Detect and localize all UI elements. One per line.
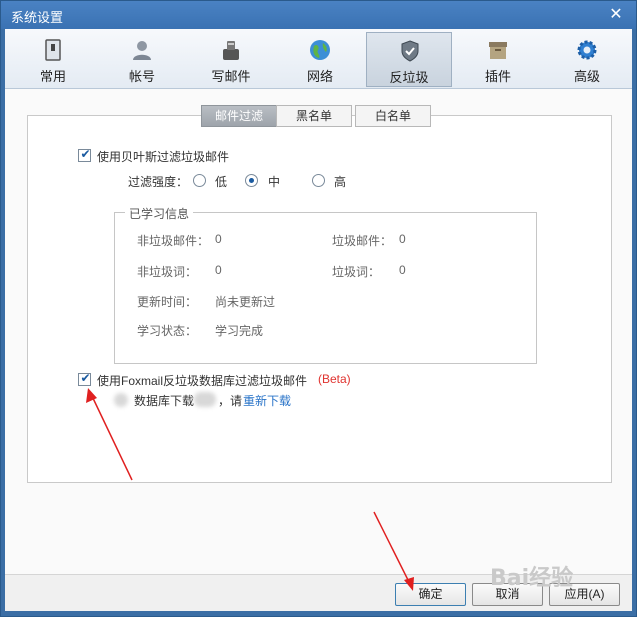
spam-word-label: 垃圾词： bbox=[332, 265, 381, 279]
compose-icon bbox=[223, 41, 239, 60]
toolbar-item-label: 高级 bbox=[573, 69, 600, 84]
learned-info-title: 已学习信息 bbox=[125, 205, 194, 222]
watermark: Bai经验 bbox=[482, 552, 602, 592]
checkmark-icon: ✔ bbox=[80, 371, 91, 385]
strength-high-label: 高 bbox=[334, 175, 347, 189]
shield-icon bbox=[401, 40, 419, 62]
plugin-box-icon bbox=[489, 42, 507, 59]
learning-status-value: 学习完成 bbox=[215, 324, 264, 338]
toolbar-item-label: 常用 bbox=[39, 69, 66, 84]
bayes-filter-label: 使用贝叶斯过滤垃圾邮件 bbox=[97, 150, 230, 164]
learning-status-label: 学习状态： bbox=[137, 324, 198, 338]
update-time-label: 更新时间： bbox=[137, 295, 198, 309]
foxmail-db-checkbox[interactable]: ✔ bbox=[78, 371, 91, 386]
filter-strength-label: 过滤强度： bbox=[128, 175, 189, 189]
settings-content: ✔ 使用贝叶斯过滤垃圾邮件 过滤强度： 低 中 高 已学习信息 非垃圾邮件： 0… bbox=[5, 89, 632, 611]
redownload-link[interactable]: 重新下载 bbox=[243, 392, 291, 409]
spam-word-value: 0 bbox=[399, 263, 406, 277]
title-bar: 系统设置 ✕ bbox=[1, 1, 636, 29]
category-toolbar: 常用 帐号 写邮件 网络 反垃圾 插件 高级 bbox=[5, 29, 632, 89]
spam-mail-label: 垃圾邮件： bbox=[332, 234, 393, 248]
nonspam-mail-label: 非垃圾邮件： bbox=[137, 234, 210, 248]
window-title: 系统设置 bbox=[11, 10, 64, 25]
bayes-filter-checkbox[interactable]: ✔ bbox=[78, 147, 91, 162]
toolbar-item-antispam[interactable]: 反垃圾 bbox=[366, 32, 452, 87]
db-download-comma: ，请 bbox=[218, 394, 243, 408]
db-download-text: 数据库下载 bbox=[134, 394, 195, 408]
close-icon[interactable]: ✕ bbox=[606, 5, 626, 25]
tab-mail-filter[interactable]: 邮件过滤 bbox=[201, 105, 277, 127]
strength-medium-label: 中 bbox=[268, 175, 281, 189]
strength-low-label: 低 bbox=[215, 175, 228, 189]
settings-window: 系统设置 ✕ 常用 帐号 写邮件 网络 反垃圾 插件 高级 ✔ 使用贝叶斯过滤垃… bbox=[0, 0, 637, 617]
gear-icon bbox=[577, 40, 597, 60]
toolbar-item-label: 写邮件 bbox=[211, 69, 251, 84]
tab-whitelist[interactable]: 白名单 bbox=[355, 105, 431, 127]
checkmark-icon: ✔ bbox=[80, 147, 91, 161]
strength-low-radio[interactable] bbox=[193, 174, 206, 187]
ok-button[interactable]: 确定 bbox=[395, 583, 466, 606]
foxmail-db-label: 使用Foxmail反垃圾数据库过滤垃圾邮件 bbox=[97, 374, 308, 388]
nonspam-mail-value: 0 bbox=[215, 232, 222, 246]
toolbar-item-label: 反垃圾 bbox=[389, 70, 429, 85]
learned-info-group: 已学习信息 非垃圾邮件： 0 垃圾邮件： 0 非垃圾词： 0 垃圾词： 0 更新… bbox=[114, 205, 537, 364]
nonspam-word-label: 非垃圾词： bbox=[137, 265, 198, 279]
tab-blacklist[interactable]: 黑名单 bbox=[276, 105, 352, 127]
strength-medium-radio[interactable] bbox=[245, 174, 258, 187]
toolbar-item-network[interactable]: 网络 bbox=[277, 32, 363, 87]
toolbar-item-account[interactable]: 帐号 bbox=[99, 32, 185, 87]
toolbar-item-label: 网络 bbox=[306, 69, 333, 84]
network-globe-icon bbox=[310, 40, 330, 60]
toolbar-item-label: 插件 bbox=[484, 69, 511, 84]
mail-filter-panel: ✔ 使用贝叶斯过滤垃圾邮件 过滤强度： 低 中 高 已学习信息 非垃圾邮件： 0… bbox=[27, 115, 612, 483]
spam-mail-value: 0 bbox=[399, 232, 406, 246]
toolbar-item-compose[interactable]: 写邮件 bbox=[188, 32, 274, 87]
strength-high-radio[interactable] bbox=[312, 174, 325, 187]
nonspam-word-value: 0 bbox=[215, 263, 222, 277]
update-time-value: 尚未更新过 bbox=[215, 295, 276, 309]
toolbar-item-general[interactable]: 常用 bbox=[10, 32, 96, 87]
status-icon-blurred bbox=[114, 393, 128, 407]
redacted-text bbox=[194, 392, 216, 407]
beta-label: (Beta) bbox=[318, 372, 351, 386]
radio-selected-dot bbox=[249, 178, 254, 183]
toolbar-item-plugins[interactable]: 插件 bbox=[455, 32, 541, 87]
account-icon bbox=[133, 41, 151, 60]
watermark-text: Bai经验 bbox=[490, 566, 574, 591]
toolbar-item-label: 帐号 bbox=[128, 69, 155, 84]
toolbar-item-advanced[interactable]: 高级 bbox=[544, 32, 630, 87]
general-settings-icon bbox=[45, 39, 61, 61]
